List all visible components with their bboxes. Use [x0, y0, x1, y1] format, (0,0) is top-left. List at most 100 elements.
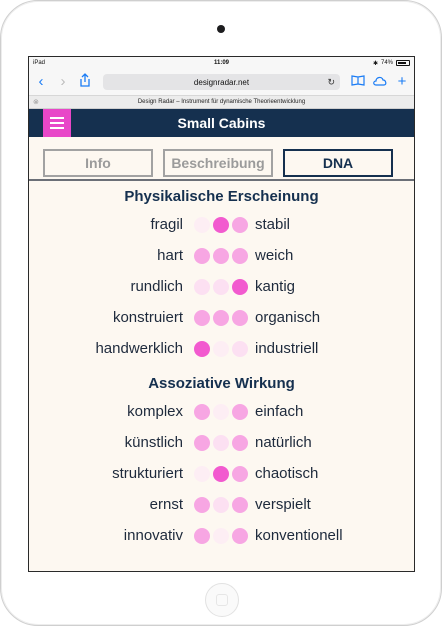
- scale-dots: [191, 216, 251, 233]
- scale-left-label: hart: [157, 247, 183, 264]
- tab-dna[interactable]: DNA: [283, 149, 393, 177]
- hamburger-icon-line: [50, 117, 64, 119]
- scale-dot: [213, 465, 229, 482]
- scale-right-label: kantig: [255, 278, 296, 295]
- view-tabs: Info Beschreibung DNA: [29, 137, 414, 181]
- camera-dot: [217, 25, 225, 33]
- scale-dot: [232, 216, 248, 233]
- scale-dot: [194, 434, 210, 451]
- scale-left-label: strukturiert: [112, 465, 183, 482]
- scale-dot: [213, 340, 229, 357]
- scale-dot: [213, 278, 229, 295]
- scale-dot: [213, 216, 229, 233]
- reload-icon[interactable]: ↻: [327, 77, 335, 88]
- scale-right-label: konventionell: [255, 527, 343, 544]
- scale-right-label: organisch: [255, 309, 321, 326]
- forward-icon[interactable]: ›: [55, 74, 71, 90]
- scale-right-label: einfach: [255, 403, 304, 420]
- scale-dot: [232, 527, 248, 544]
- back-icon[interactable]: ‹: [33, 74, 49, 90]
- scale-left-label: konstruiert: [112, 309, 183, 326]
- browser-tab[interactable]: ⊗ Design Radar – Instrument für dynamisc…: [29, 95, 414, 109]
- bookmarks-icon[interactable]: [350, 74, 366, 90]
- scale-left-label: fragil: [150, 216, 183, 233]
- scale-dots: [191, 278, 251, 295]
- scale-left-label: innovativ: [123, 527, 183, 544]
- scale-dots: [191, 496, 251, 513]
- scale-dots: [191, 403, 251, 420]
- scale-dots: [191, 434, 251, 451]
- scale-right-label: weich: [255, 247, 294, 264]
- scale-left-label: rundlich: [130, 278, 183, 295]
- battery-icon: [396, 60, 410, 66]
- url-text: designradar.net: [193, 77, 250, 87]
- scale-dot: [213, 527, 229, 544]
- screen: iPad 11:09 ✱ 74% ‹ › designradar.net ↻ +…: [28, 56, 415, 572]
- section-title: Physikalische Erscheinung: [124, 188, 319, 205]
- dna-content: Physikalische Erscheinung fragil stabil har…: [29, 181, 414, 551]
- scale-dot: [194, 340, 210, 357]
- scale-dot: [213, 434, 229, 451]
- scale-dot: [232, 496, 248, 513]
- scale-dots: [191, 340, 251, 357]
- menu-button[interactable]: [43, 109, 71, 137]
- app-title: Small Cabins: [177, 115, 266, 131]
- cloud-icon[interactable]: [372, 74, 388, 90]
- status-time: 11:09: [213, 60, 229, 66]
- scale-row: künstlich natürlich: [29, 427, 414, 458]
- scale-row: strukturiert chaotisch: [29, 458, 414, 489]
- scale-dot: [213, 247, 229, 264]
- scale-left-label: künstlich: [124, 434, 183, 451]
- scale-dot: [213, 403, 229, 420]
- scale-dot: [232, 309, 248, 326]
- section-title: Assoziative Wirkung: [148, 375, 295, 392]
- scale-dot: [194, 278, 210, 295]
- scale-dot: [194, 465, 210, 482]
- scale-row: komplex einfach: [29, 396, 414, 427]
- scale-dots: [191, 465, 251, 482]
- scale-left-label: ernst: [149, 496, 183, 513]
- scale-dots: [191, 309, 251, 326]
- address-bar[interactable]: designradar.net ↻: [103, 74, 340, 90]
- scale-row: hart weich: [29, 240, 414, 271]
- scale-dot: [194, 247, 210, 264]
- home-button[interactable]: [205, 583, 239, 617]
- scale-dot: [232, 247, 248, 264]
- scale-right-label: industriell: [255, 340, 319, 357]
- scale-row: fragil stabil: [29, 209, 414, 240]
- scale-dot: [232, 403, 248, 420]
- scale-dot: [194, 216, 210, 233]
- scale-dot: [194, 309, 210, 326]
- scale-dots: [191, 247, 251, 264]
- share-icon[interactable]: [77, 73, 93, 91]
- app-header: Small Cabins: [29, 109, 414, 137]
- scale-row: konstruiert organisch: [29, 302, 414, 333]
- scale-dot: [232, 278, 248, 295]
- scale-dot: [194, 496, 210, 513]
- scale-dot: [232, 340, 248, 357]
- scale-right-label: stabil: [255, 216, 291, 233]
- scale-dots: [191, 527, 251, 544]
- browser-toolbar: ‹ › designradar.net ↻ +: [29, 69, 414, 95]
- tab-info[interactable]: Info: [43, 149, 153, 177]
- scale-row: innovativ konventionell: [29, 520, 414, 551]
- ipad-frame: iPad 11:09 ✱ 74% ‹ › designradar.net ↻ +…: [0, 0, 442, 626]
- tab-beschreibung[interactable]: Beschreibung: [163, 149, 273, 177]
- scale-row: handwerklich industriell: [29, 333, 414, 364]
- scale-dot: [232, 465, 248, 482]
- scale-dot: [213, 309, 229, 326]
- scale-dot: [194, 527, 210, 544]
- new-tab-icon[interactable]: +: [394, 74, 410, 90]
- browser-tab-title: Design Radar – Instrument für dynamische…: [137, 99, 306, 105]
- scale-row: rundlich kantig: [29, 271, 414, 302]
- close-tab-icon[interactable]: ⊗: [33, 98, 39, 106]
- status-bar: iPad 11:09 ✱ 74%: [29, 57, 414, 69]
- hamburger-icon-line: [50, 122, 64, 124]
- scale-right-label: natürlich: [255, 434, 312, 451]
- scale-right-label: chaotisch: [255, 465, 319, 482]
- scale-right-label: verspielt: [255, 496, 311, 513]
- hamburger-icon-line: [50, 127, 64, 129]
- scale-dot: [232, 434, 248, 451]
- scale-left-label: handwerklich: [95, 340, 183, 357]
